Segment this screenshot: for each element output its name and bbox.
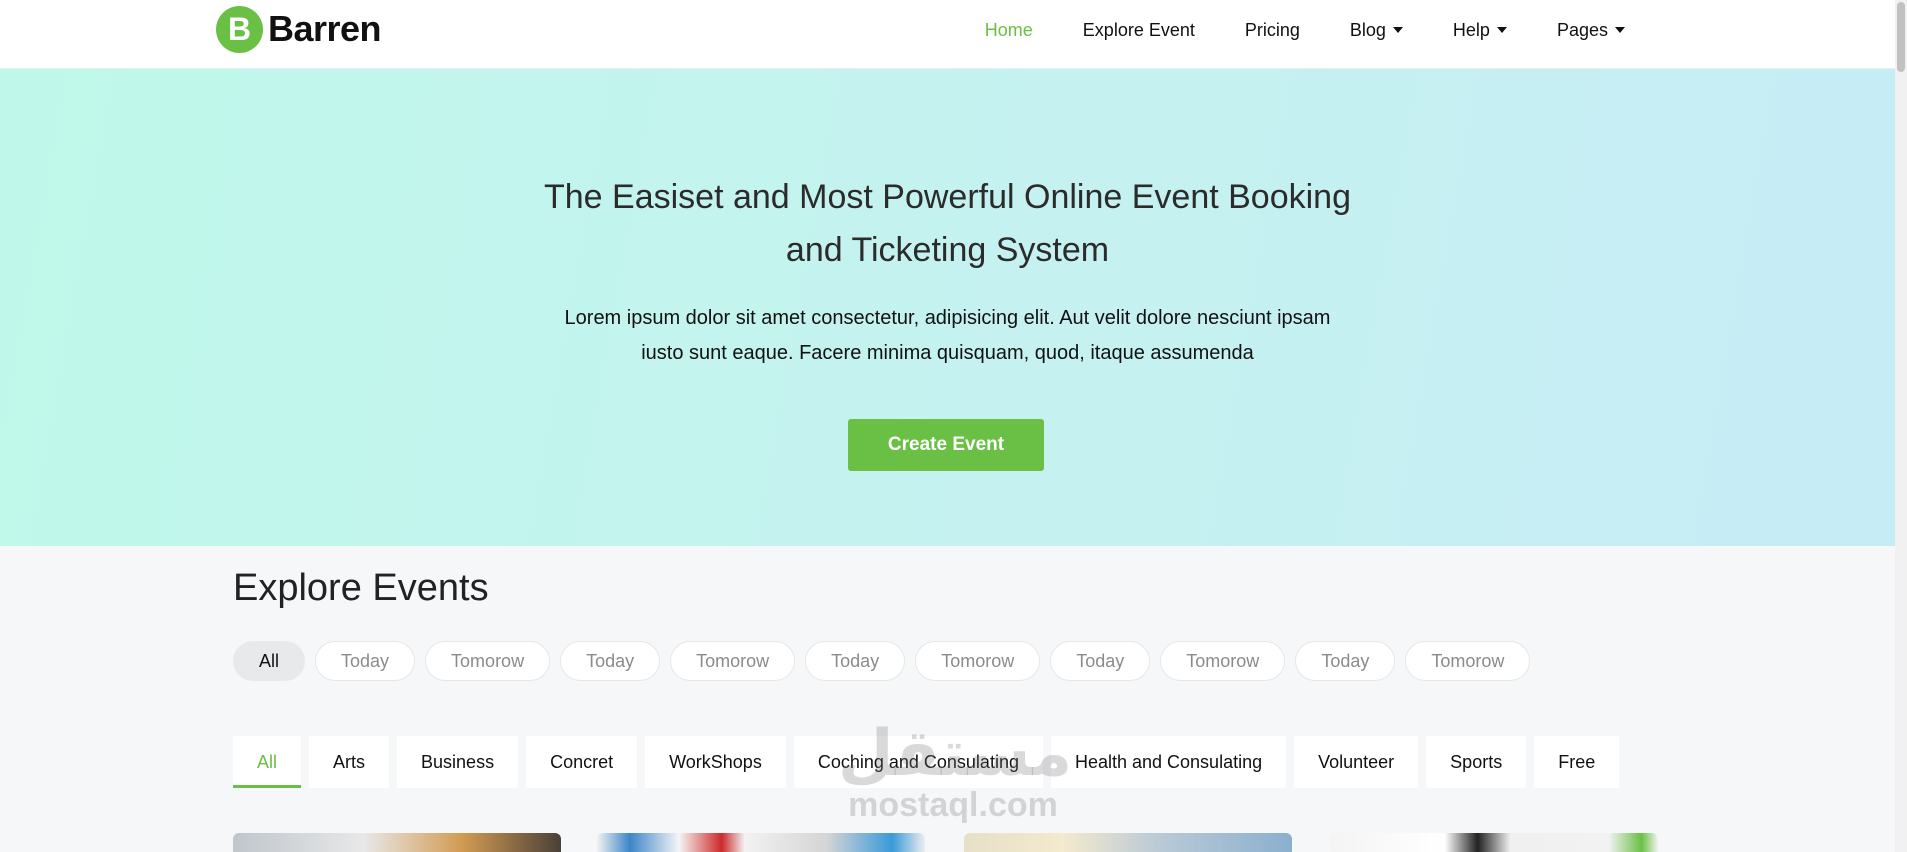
day-filter-today[interactable]: Today <box>1050 641 1151 681</box>
nav-pricing[interactable]: Pricing <box>1245 20 1300 41</box>
page-scrollbar[interactable] <box>1895 0 1907 852</box>
day-filter-today[interactable]: Today <box>560 641 661 681</box>
nav-pages[interactable]: Pages <box>1557 20 1625 41</box>
event-card-image[interactable] <box>1330 833 1658 852</box>
day-filter-today[interactable]: Today <box>315 641 416 681</box>
brand-name: Barren <box>268 8 382 49</box>
nav-home[interactable]: Home <box>985 20 1033 41</box>
category-tab-health[interactable]: Health and Consulating <box>1050 736 1287 788</box>
day-filter-bar: All Today Tomorow Today Tomorow Today To… <box>233 641 1540 681</box>
nav-blog-label: Blog <box>1349 19 1386 40</box>
category-tab-sports[interactable]: Sports <box>1426 736 1527 788</box>
category-tab-arts[interactable]: Arts <box>309 736 390 788</box>
category-tab-business[interactable]: Business <box>397 736 519 788</box>
nav-pages-label: Pages <box>1556 19 1608 40</box>
category-tab-all[interactable]: All <box>233 736 302 788</box>
caret-down-icon <box>1496 27 1507 33</box>
category-tab-free[interactable]: Free <box>1534 736 1620 788</box>
watermark-latin: mostaql.com <box>848 786 1058 824</box>
hero-description-line-2: iusto sunt eaque. Facere minima quisquam… <box>641 342 1254 364</box>
logo-mark-icon: B <box>216 5 263 53</box>
day-filter-tomorrow[interactable]: Tomorow <box>425 641 551 681</box>
day-filter-today[interactable]: Today <box>1295 641 1396 681</box>
nav-help[interactable]: Help <box>1453 20 1507 41</box>
hero-section: The Easiset and Most Powerful Online Eve… <box>0 69 1895 546</box>
nav-help-label: Help <box>1452 19 1490 40</box>
brand-logo[interactable]: B Barren <box>216 5 382 53</box>
hero-description: Lorem ipsum dolor sit amet consectetur, … <box>0 301 1895 371</box>
site-header: B Barren Home Explore Event Pricing Blog… <box>0 0 1907 69</box>
day-filter-tomorrow[interactable]: Tomorow <box>670 641 796 681</box>
caret-down-icon <box>1392 27 1403 33</box>
event-card-image[interactable] <box>597 833 925 852</box>
day-filter-tomorrow[interactable]: Tomorow <box>1405 641 1531 681</box>
category-tab-workshops[interactable]: WorkShops <box>645 736 786 788</box>
day-filter-tomorrow[interactable]: Tomorow <box>1160 641 1286 681</box>
nav-explore-event-label: Explore Event <box>1082 19 1195 40</box>
hero-title-line-2: and Ticketing System <box>785 231 1110 269</box>
create-event-button[interactable]: Create Event <box>848 419 1044 471</box>
day-filter-tomorrow[interactable]: Tomorow <box>915 641 1041 681</box>
nav-explore-event[interactable]: Explore Event <box>1083 20 1195 41</box>
main-nav: Home Explore Event Pricing Blog Help Pag… <box>935 0 1625 60</box>
caret-down-icon <box>1615 27 1625 33</box>
category-tab-concret[interactable]: Concret <box>526 736 638 788</box>
category-tab-coaching[interactable]: Coching and Consulating <box>793 736 1043 788</box>
hero-title-line-1: The Easiset and Most Powerful Online Eve… <box>544 178 1351 216</box>
hero-title: The Easiset and Most Powerful Online Eve… <box>0 171 1895 277</box>
hero-description-line-1: Lorem ipsum dolor sit amet consectetur, … <box>564 307 1331 329</box>
nav-home-label: Home <box>984 19 1033 40</box>
nav-pricing-label: Pricing <box>1244 19 1300 40</box>
category-tabs: All Arts Business Concret WorkShops Coch… <box>233 736 1627 788</box>
event-card-image[interactable] <box>233 833 561 852</box>
scrollbar-thumb[interactable] <box>1897 2 1905 72</box>
event-card-image[interactable] <box>964 833 1292 852</box>
category-tab-volunteer[interactable]: Volunteer <box>1294 736 1419 788</box>
day-filter-all[interactable]: All <box>233 641 305 681</box>
day-filter-today[interactable]: Today <box>805 641 906 681</box>
nav-blog[interactable]: Blog <box>1350 20 1403 41</box>
explore-events-title: Explore Events <box>233 567 489 609</box>
event-cards <box>233 833 1659 852</box>
